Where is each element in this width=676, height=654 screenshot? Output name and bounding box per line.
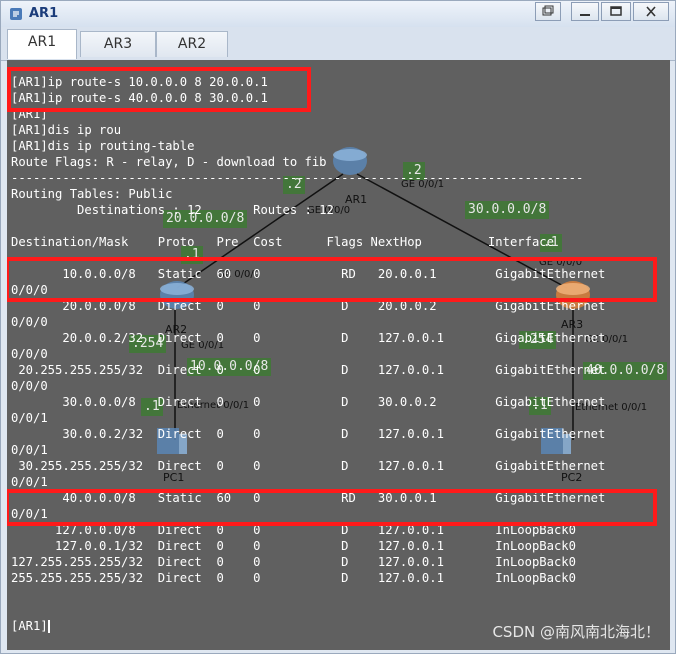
tab-ar1[interactable]: AR1 — [7, 29, 77, 59]
terminal-line: 127.0.0.1/32 Direct 0 0 D 127.0.0.1 InLo… — [11, 539, 576, 553]
terminal-line: 0/0/1 — [11, 475, 48, 489]
maximize-button[interactable] — [601, 2, 631, 21]
terminal-line: [AR1] — [11, 619, 50, 633]
window-title: AR1 — [29, 6, 59, 21]
terminal-line: 30.0.0.2/32 Direct 0 0 D 127.0.0.1 Gigab… — [11, 427, 606, 441]
terminal-line: 20.0.0.2/32 Direct 0 0 D 127.0.0.1 Gigab… — [11, 331, 606, 345]
title-bar[interactable]: AR1 — [1, 1, 675, 27]
restore-button[interactable] — [535, 2, 561, 21]
tab-label: AR2 — [177, 36, 207, 52]
tab-label: AR1 — [27, 34, 57, 50]
maximize-icon — [610, 6, 622, 16]
tab-ar2[interactable]: AR2 — [156, 31, 228, 57]
terminal-line: [AR1]dis ip rou — [11, 123, 122, 137]
minimize-button[interactable] — [571, 2, 599, 21]
close-icon — [646, 6, 656, 17]
terminal-line: 0/0/0 — [11, 315, 48, 329]
terminal-line: 0/0/0 — [11, 347, 48, 361]
terminal-line: 30.0.0.0/8 Direct 0 0 D 30.0.0.2 Gigabit… — [11, 395, 606, 409]
terminal-line: 30.255.255.255/32 Direct 0 0 D 127.0.0.1… — [11, 459, 606, 473]
minimize-icon — [580, 14, 590, 16]
text-cursor — [47, 620, 50, 633]
tab-ar3[interactable]: AR3 — [80, 31, 156, 57]
subnet-label: 30.0.0.0/8 — [465, 201, 550, 219]
terminal-line: [AR1]dis ip routing-table — [11, 139, 195, 153]
terminal-line: Routing Tables: Public — [11, 187, 173, 201]
router-app-icon — [10, 8, 22, 20]
terminal-line: 0/0/1 — [11, 443, 48, 457]
terminal-line: 0/0/0 — [11, 379, 48, 393]
terminal-line: Route Flags: R - relay, D - download to … — [11, 155, 327, 169]
close-button[interactable] — [633, 2, 669, 21]
app-window: AR1 AR1 AR3 AR2 AR1 AR2 AR3 PC1 PC2 GE 0… — [0, 0, 676, 654]
terminal-line: Destinations : 12 Routes : 12 — [11, 203, 334, 217]
restore-icon — [542, 5, 554, 16]
terminal-line: 0/0/1 — [11, 411, 48, 425]
terminal-line: Destination/Mask Proto Pre Cost Flags Ne… — [11, 235, 554, 249]
terminal-line: 127.255.255.255/32 Direct 0 0 D 127.0.0.… — [11, 555, 576, 569]
terminal-line: ----------------------------------------… — [11, 171, 584, 185]
terminal-line: 20.255.255.255/32 Direct 0 0 D 127.0.0.1… — [11, 363, 606, 377]
terminal-line: 255.255.255.255/32 Direct 0 0 D 127.0.0.… — [11, 571, 576, 585]
highlight-static-routes-commands — [7, 67, 311, 112]
watermark: CSDN @南风南北海北！ — [492, 623, 660, 641]
console-area[interactable]: AR1 AR2 AR3 PC1 PC2 GE 0/0/0 GE 0/0/1 GE… — [7, 60, 670, 650]
highlight-route-10 — [7, 257, 657, 302]
highlight-route-40 — [7, 489, 657, 526]
tab-bar: AR1 AR3 AR2 — [1, 27, 675, 61]
tab-label: AR3 — [103, 36, 133, 52]
